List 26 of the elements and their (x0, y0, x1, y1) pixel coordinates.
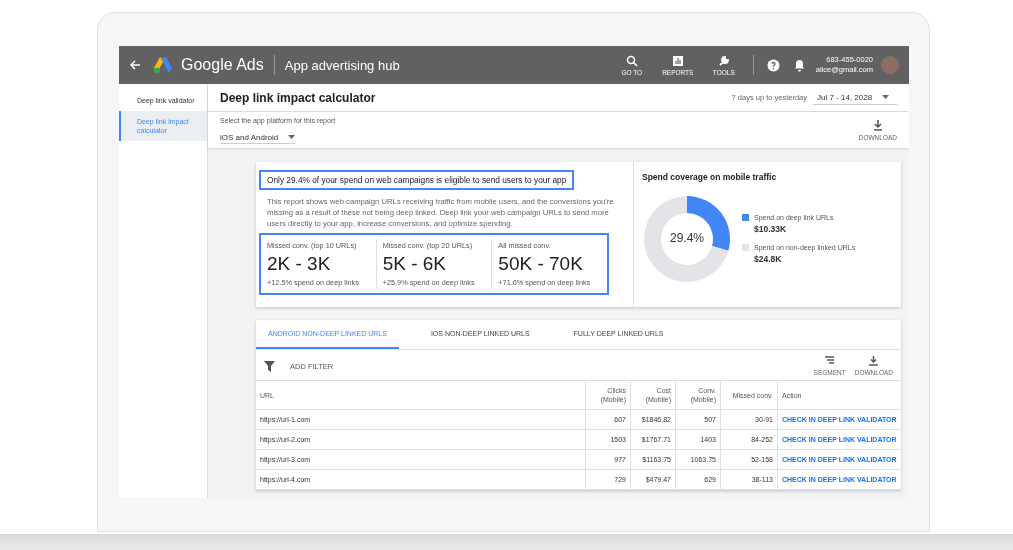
notifications-icon[interactable] (793, 58, 805, 72)
product-name: Google Ads (181, 56, 264, 74)
tools-icon[interactable] (717, 54, 730, 67)
legend-value: $10.33K (754, 224, 788, 234)
platform-dropdown[interactable]: iOS and Android (220, 131, 296, 144)
legend-value: $24.8K (754, 254, 783, 264)
back-arrow-icon[interactable] (129, 59, 141, 71)
ads-logo-icon (153, 56, 173, 74)
metric-value: 50K - 70K (498, 253, 584, 275)
segment-icon[interactable] (824, 356, 836, 366)
date-range-dropdown[interactable]: Jul 7 - 14, 2028 (813, 90, 897, 105)
filter-icon[interactable] (264, 360, 275, 372)
caret-icon[interactable] (882, 95, 890, 100)
help-icon[interactable] (766, 58, 780, 72)
metric-value: 2K - 3K (267, 253, 332, 275)
donut-center-label: 29.4% (669, 231, 705, 245)
reports-icon[interactable] (671, 54, 684, 67)
caret-icon[interactable] (288, 135, 296, 140)
search-icon[interactable] (625, 54, 638, 67)
coverage-title: Spend coverage on mobile traffic (642, 172, 778, 182)
metric-value: 5K - 6K (382, 253, 448, 275)
page-title: Deep link impact calculator (220, 90, 376, 105)
download-icon[interactable] (872, 119, 883, 131)
summary-headline: Only 29.4% of your spend on web campaigns is eligible to send users to your app (259, 170, 575, 190)
app-title: App advertising hub (284, 57, 400, 73)
download-icon[interactable] (868, 356, 880, 366)
